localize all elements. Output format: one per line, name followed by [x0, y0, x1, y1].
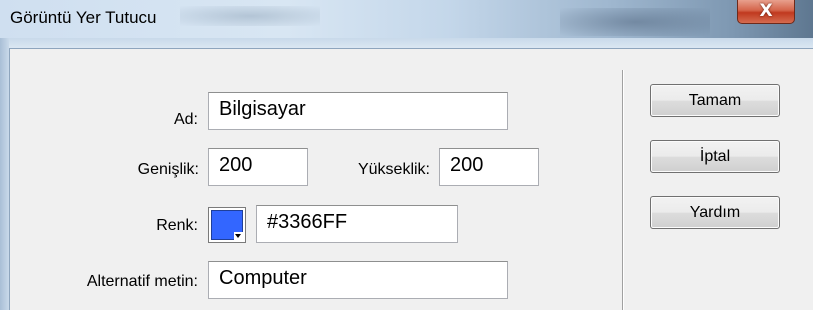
close-icon: X [759, 1, 773, 21]
window-title: Görüntü Yer Tutucu [10, 8, 157, 27]
window-frame-top [9, 38, 813, 48]
height-label: Yükseklik: [357, 161, 430, 178]
alt-text-label: Alternatif metin: [86, 273, 198, 290]
color-hex-field[interactable]: #3366FF [256, 205, 458, 243]
titlebar-glass-blur-2 [560, 8, 710, 36]
width-label: Genişlik: [137, 161, 199, 178]
height-field[interactable]: 200 [439, 148, 539, 186]
image-placeholder-dialog: Görüntü Yer Tutucu X Ad: Bilgisayar Geni… [0, 0, 813, 310]
cancel-button[interactable]: İptal [650, 140, 780, 173]
titlebar-glass-blur [180, 6, 320, 26]
close-button[interactable]: X [737, 0, 795, 24]
name-label: Ad: [173, 111, 198, 128]
color-label: Renk: [156, 217, 198, 234]
title-bar[interactable]: Görüntü Yer Tutucu X [0, 0, 813, 38]
window-frame-left [0, 38, 9, 310]
vertical-divider [622, 70, 623, 310]
alt-text-field[interactable]: Computer [208, 261, 508, 299]
color-picker-button[interactable] [208, 207, 246, 243]
width-field[interactable]: 200 [208, 148, 308, 186]
help-button[interactable]: Yardım [650, 196, 780, 229]
chevron-down-icon [234, 232, 243, 240]
name-field[interactable]: Bilgisayar [208, 92, 508, 130]
ok-button[interactable]: Tamam [650, 84, 780, 117]
